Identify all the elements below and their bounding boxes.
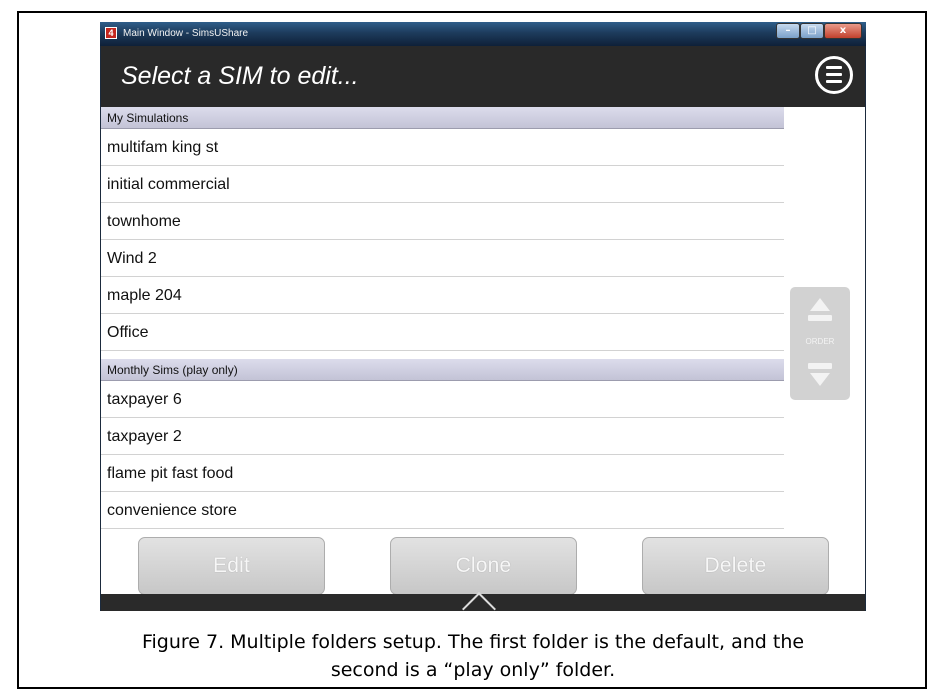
figure-caption: Figure 7. Multiple folders setup. The fi… bbox=[60, 628, 886, 684]
order-down-bar[interactable] bbox=[808, 363, 832, 369]
window-title: Main Window - SimsUShare bbox=[123, 28, 249, 39]
page-title: Select a SIM to edit... bbox=[121, 62, 359, 90]
order-control: ORDER bbox=[790, 287, 850, 400]
edit-button[interactable]: Edit bbox=[138, 537, 325, 595]
app-window: 4 Main Window - SimsUShare – □ x Select … bbox=[100, 22, 866, 611]
caption-line-1: Figure 7. Multiple folders setup. The fi… bbox=[141, 631, 805, 653]
menu-line bbox=[826, 80, 842, 83]
list-item[interactable]: convenience store bbox=[101, 492, 784, 529]
folder-header-monthly-sims[interactable]: Monthly Sims (play only) bbox=[101, 359, 784, 381]
clone-button[interactable]: Clone bbox=[390, 537, 577, 595]
list-item[interactable]: flame pit fast food bbox=[101, 455, 784, 492]
caption-line-2: second is a “play only” folder. bbox=[330, 659, 616, 681]
window-titlebar: 4 Main Window - SimsUShare – □ x bbox=[100, 22, 866, 46]
app-icon: 4 bbox=[105, 27, 117, 39]
list-item[interactable]: taxpayer 6 bbox=[101, 381, 784, 418]
delete-button[interactable]: Delete bbox=[642, 537, 829, 595]
app-header: Select a SIM to edit... bbox=[101, 46, 865, 107]
order-up-bar[interactable] bbox=[808, 315, 832, 321]
close-button[interactable]: x bbox=[824, 23, 862, 39]
order-down-icon[interactable] bbox=[810, 373, 830, 386]
menu-line bbox=[826, 73, 842, 76]
list-item[interactable]: taxpayer 2 bbox=[101, 418, 784, 455]
bottom-bar bbox=[101, 592, 865, 611]
list-item[interactable]: multifam king st bbox=[101, 129, 784, 166]
list-item[interactable]: townhome bbox=[101, 203, 784, 240]
list-item[interactable]: Office bbox=[101, 314, 784, 351]
chevron-up-icon[interactable] bbox=[462, 592, 496, 611]
list-item[interactable]: Wind 2 bbox=[101, 240, 784, 277]
menu-line bbox=[826, 66, 842, 69]
sim-list: My Simulations multifam king st initial … bbox=[101, 107, 865, 594]
folder-header-my-simulations[interactable]: My Simulations bbox=[101, 107, 784, 129]
list-item[interactable]: initial commercial bbox=[101, 166, 784, 203]
list-item[interactable]: maple 204 bbox=[101, 277, 784, 314]
order-label: ORDER bbox=[805, 337, 835, 346]
hamburger-menu-icon[interactable] bbox=[815, 56, 853, 94]
order-up-icon[interactable] bbox=[810, 298, 830, 311]
minimize-button[interactable]: – bbox=[776, 23, 800, 39]
maximize-button[interactable]: □ bbox=[800, 23, 824, 39]
